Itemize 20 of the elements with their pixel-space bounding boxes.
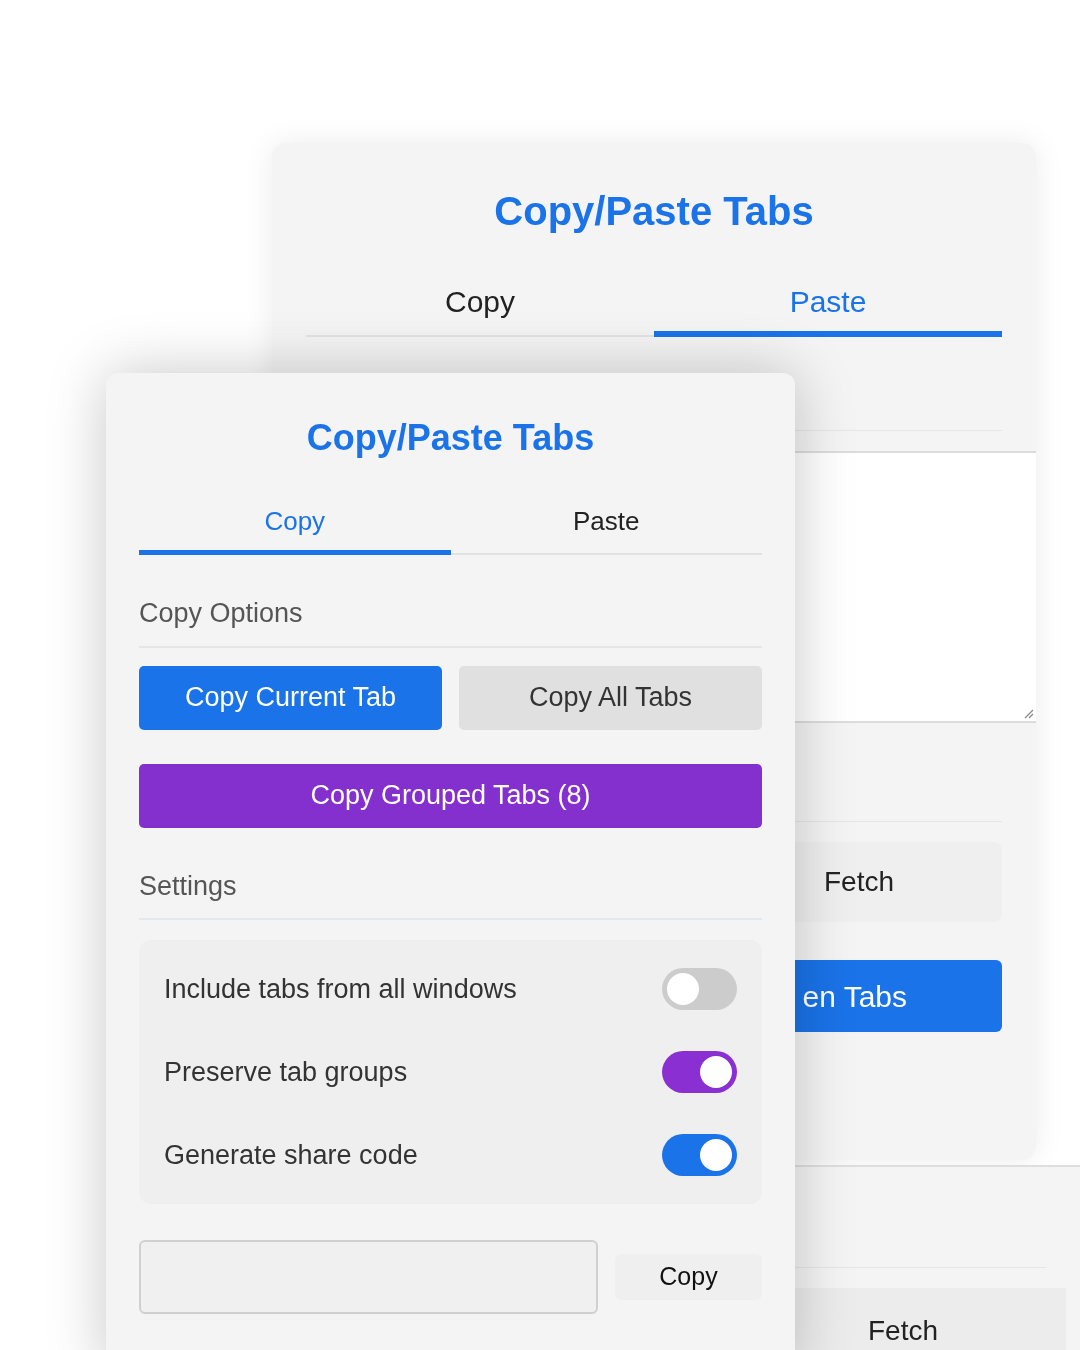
tab[interactable]: Copy	[306, 271, 654, 337]
section-heading: Copy Options	[139, 598, 303, 628]
copy-button[interactable]: Copy Grouped Tabs (8)	[139, 763, 762, 828]
setting-label: Generate share code	[164, 1138, 418, 1172]
copy-button[interactable]: Copy All Tabs	[459, 665, 762, 730]
setting-label: Preserve tab groups	[164, 1055, 408, 1089]
tab[interactable]: Paste	[654, 271, 1002, 337]
toggle-switch[interactable]	[662, 1134, 737, 1176]
toggle-switch[interactable]	[662, 1051, 737, 1093]
copy-button[interactable]: Copy Current Tab	[139, 665, 442, 730]
tab[interactable]: Paste	[450, 493, 762, 555]
app-title: Copy/Paste Tabs	[306, 416, 595, 460]
copy-button[interactable]: Copy	[615, 1254, 762, 1300]
section-heading: Settings	[139, 870, 237, 901]
app-title: Copy/Paste Tabs	[494, 188, 814, 235]
share-code-field[interactable]	[139, 1240, 598, 1314]
resize-handle-icon	[1022, 707, 1034, 719]
toggle-switch[interactable]	[662, 968, 737, 1010]
tab[interactable]: Copy	[139, 493, 451, 555]
setting-label: Include tabs from all windows	[164, 972, 517, 1006]
